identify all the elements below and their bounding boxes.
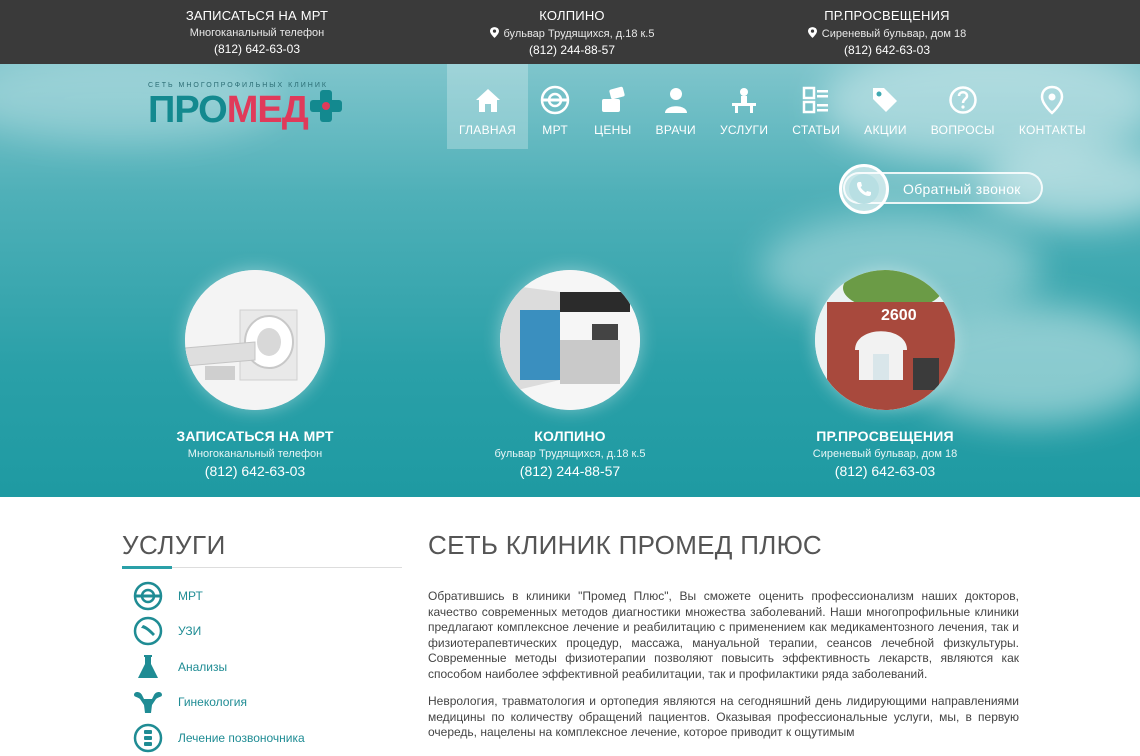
service-item-gynecology[interactable]: Гинекология xyxy=(130,685,305,721)
callback-label: Обратный звонок xyxy=(903,181,1021,197)
location-phone[interactable]: (812) 642-63-03 xyxy=(105,463,405,479)
location-pin-icon xyxy=(489,27,499,38)
service-item-tests[interactable]: Анализы xyxy=(130,649,305,685)
location-pin-icon xyxy=(1041,85,1064,115)
uterus-icon xyxy=(134,692,162,714)
topbar-phone[interactable]: (812) 642-63-03 xyxy=(107,42,407,56)
prices-icon xyxy=(601,86,625,112)
callback-button[interactable]: Обратный звонок xyxy=(839,164,1043,214)
tag-icon xyxy=(873,88,898,112)
topbar-title[interactable]: КОЛПИНО xyxy=(422,8,722,23)
ultrasound-icon xyxy=(133,617,163,646)
location-card-kolpino[interactable]: КОЛПИНО бульвар Трудящихся, д.18 к.5 (81… xyxy=(420,270,720,479)
spine-icon xyxy=(133,723,163,752)
service-item-spine[interactable]: Лечение позвоночника xyxy=(130,720,305,756)
location-sub: бульвар Трудящихся, д.18 к.5 xyxy=(494,448,646,460)
nav-promotions[interactable]: АКЦИИ xyxy=(852,64,919,149)
medical-plus-icon xyxy=(310,90,342,122)
location-card-prosvescheniya[interactable]: 2600 ПР.ПРОСВЕЩЕНИЯ Сиреневый бульвар, д… xyxy=(735,270,1035,479)
home-icon xyxy=(475,89,500,112)
question-icon xyxy=(949,86,977,114)
topbar-prosvescheniya-block: ПР.ПРОСВЕЩЕНИЯ Сиреневый бульвар, дом 18… xyxy=(737,8,1037,57)
nav-articles[interactable]: СТАТЬИ xyxy=(780,64,852,149)
service-item-ultrasound[interactable]: УЗИ xyxy=(130,614,305,650)
nav-prices[interactable]: ЦЕНЫ xyxy=(582,64,643,149)
logo-wordmark: ПРОМЕД xyxy=(148,89,309,131)
intro-text: Обратившись в клиники "Промед Плюс", Вы … xyxy=(428,589,1019,741)
topbar-kolpino-block: КОЛПИНО бульвар Трудящихся, д.18 к.5 (81… xyxy=(422,8,722,57)
nav-services[interactable]: УСЛУГИ xyxy=(708,64,780,149)
location-title: КОЛПИНО xyxy=(534,428,606,444)
nav-doctors[interactable]: ВРАЧИ xyxy=(644,64,708,149)
logo-tagline: СЕТЬ МНОГОПРОФИЛЬНЫХ КЛИНИК xyxy=(148,82,328,89)
topbar-mri-block: ЗАПИСАТЬСЯ НА МРТ Многоканальный телефон… xyxy=(107,8,407,56)
intro-paragraph: Неврология, травматология и ортопедия яв… xyxy=(428,694,1019,739)
nav-contacts[interactable]: КОНТАКТЫ xyxy=(1007,64,1098,149)
location-sub: Многоканальный телефон xyxy=(187,448,323,460)
topbar-sub: бульвар Трудящихся, д.18 к.5 xyxy=(503,28,655,40)
topbar-phone[interactable]: (812) 244-88-57 xyxy=(422,43,722,57)
location-phone[interactable]: (812) 244-88-57 xyxy=(420,463,720,479)
services-divider xyxy=(122,566,402,569)
nav-mri[interactable]: МРТ xyxy=(528,64,582,149)
articles-icon xyxy=(802,86,829,114)
nav-questions[interactable]: ВОПРОСЫ xyxy=(919,64,1007,149)
location-sub: Сиреневый бульвар, дом 18 xyxy=(812,448,958,460)
building-sign-number: 2600 xyxy=(881,307,917,324)
services-heading: УСЛУГИ xyxy=(122,530,226,560)
mri-icon xyxy=(133,581,163,610)
intro-paragraph: Обратившись в клиники "Промед Плюс", Вы … xyxy=(428,589,1019,681)
topbar-title[interactable]: ЗАПИСАТЬСЯ НА МРТ xyxy=(107,8,407,23)
services-list: МРТ УЗИ Анализы Гинекология Лечение позв… xyxy=(130,578,305,756)
top-contact-bar: ЗАПИСАТЬСЯ НА МРТ Многоканальный телефон… xyxy=(0,0,1140,64)
service-item-mri[interactable]: МРТ xyxy=(130,578,305,614)
phone-icon xyxy=(857,182,871,196)
topbar-sub: Сиреневый бульвар, дом 18 xyxy=(821,28,967,40)
location-phone[interactable]: (812) 642-63-03 xyxy=(735,463,1035,479)
clinic-reception-image xyxy=(500,270,640,410)
nav-home[interactable]: ГЛАВНАЯ xyxy=(447,64,529,149)
location-pin-icon xyxy=(807,27,817,38)
location-title: ПР.ПРОСВЕЩЕНИЯ xyxy=(816,428,954,444)
services-icon xyxy=(732,88,757,113)
topbar-phone[interactable]: (812) 642-63-03 xyxy=(737,43,1037,57)
mri-icon xyxy=(540,85,570,115)
flask-icon xyxy=(138,654,158,678)
mri-scanner-image xyxy=(185,270,325,410)
main-navigation: ГЛАВНАЯ МРТ ЦЕНЫ ВРАЧИ УСЛУГИ СТАТЬИ АКЦ… xyxy=(447,64,1098,149)
topbar-sub: Многоканальный телефон xyxy=(189,27,325,39)
doctor-icon xyxy=(664,88,687,113)
clinic-building-image: 2600 xyxy=(815,270,955,410)
site-logo[interactable]: СЕТЬ МНОГОПРОФИЛЬНЫХ КЛИНИК ПРОМЕД xyxy=(148,82,342,131)
location-card-mri[interactable]: ЗАПИСАТЬСЯ НА МРТ Многоканальный телефон… xyxy=(105,270,405,479)
topbar-title[interactable]: ПР.ПРОСВЕЩЕНИЯ xyxy=(737,8,1037,23)
page-title: СЕТЬ КЛИНИК ПРОМЕД ПЛЮС xyxy=(428,530,822,560)
location-title: ЗАПИСАТЬСЯ НА МРТ xyxy=(176,428,334,444)
